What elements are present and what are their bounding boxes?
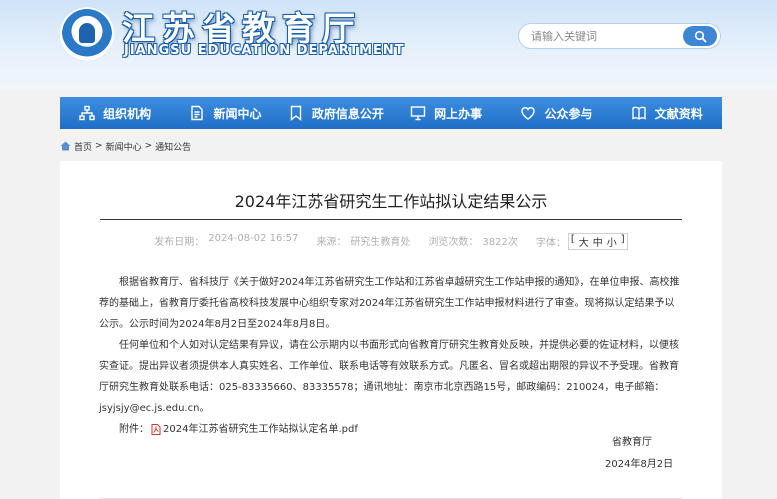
attachment-label: 附件： — [119, 424, 149, 435]
document-icon — [191, 105, 204, 121]
breadcrumb-news[interactable]: 新闻中心 — [106, 140, 142, 153]
nav-item-gov-info[interactable]: 政府信息公开 — [281, 97, 391, 129]
article-body: 根据省教育厅、省科技厅《关于做好2024年江苏省研究生工作站和江苏省卓越研究生工… — [99, 272, 684, 440]
font-size-switcher: 字体： [ 大 中 小 ] — [536, 233, 628, 250]
heart-icon — [521, 107, 536, 120]
nav-item-organization[interactable]: 组织机构 — [60, 97, 170, 129]
search-button[interactable] — [683, 26, 717, 46]
font-size-small-button[interactable]: 小 — [607, 234, 617, 249]
font-size-large-button[interactable]: 大 — [579, 234, 589, 249]
title-divider — [100, 219, 682, 220]
book-icon — [632, 106, 646, 120]
search-box — [518, 23, 721, 49]
attachment-row: 附件： 2024年江苏省研究生工作站拟认定名单.pdf — [99, 419, 684, 440]
views-label: 浏览次数： — [428, 237, 479, 248]
nav-item-documents[interactable]: 文献资料 — [612, 97, 722, 129]
article-meta: 发布日期： 2024-08-02 16:57 来源： 研究生教育处 浏览次数： … — [60, 233, 722, 250]
nav-label: 网上办事 — [434, 106, 483, 121]
nav-label: 公众参与 — [544, 106, 593, 121]
bookmark-icon — [290, 105, 302, 121]
nav-label: 组织机构 — [103, 106, 152, 121]
article-paragraph: 任何单位和个人如对认定结果有异议，请在公示期内以书面形式向省教育厅研究生教育处反… — [99, 340, 679, 414]
article-paragraph: 根据省教育厅、省科技厅《关于做好2024年江苏省研究生工作站和江苏省卓越研究生工… — [99, 277, 680, 330]
publish-date-label: 发布日期： — [154, 237, 205, 248]
font-size-options: [ 大 中 小 ] — [567, 233, 628, 250]
breadcrumb-separator: > — [144, 141, 153, 151]
breadcrumb-separator: > — [95, 141, 103, 151]
signature: 省教育厅 — [612, 437, 652, 448]
publish-date: 2024-08-02 16:57 — [208, 233, 299, 244]
breadcrumb: 首页 > 新闻中心 > 通知公告 — [60, 139, 191, 153]
font-size-medium-button[interactable]: 中 — [593, 234, 603, 249]
main-nav: 组织机构 新闻中心 政府信息公开 网上办事 公众参与 文献资料 — [60, 97, 722, 129]
pdf-icon — [151, 424, 161, 435]
monitor-icon — [410, 106, 426, 121]
org-chart-icon — [79, 105, 95, 121]
nav-item-online-services[interactable]: 网上办事 — [391, 97, 501, 129]
font-size-bracket-open: [ — [570, 234, 575, 245]
breadcrumb-home[interactable]: 首页 — [74, 140, 92, 153]
nav-label: 政府信息公开 — [311, 106, 384, 121]
attachment-link[interactable]: 2024年江苏省研究生工作站拟认定名单.pdf — [163, 419, 358, 440]
nav-item-news[interactable]: 新闻中心 — [170, 97, 280, 129]
site-title-en: JIANGSU EDUCATION DEPARTMENT — [124, 43, 405, 58]
site-title-cn[interactable]: 江苏省教育厅 — [122, 2, 362, 48]
font-size-bracket-close: ] — [620, 234, 625, 245]
article-title: 2024年江苏省研究生工作站拟认定结果公示 — [234, 192, 548, 211]
department-emblem-icon[interactable] — [60, 7, 114, 61]
font-size-label: 字体： — [535, 238, 566, 249]
nav-label: 新闻中心 — [213, 106, 262, 121]
home-icon — [60, 141, 71, 151]
breadcrumb-notice[interactable]: 通知公告 — [155, 140, 191, 153]
article-card: 2024年江苏省研究生工作站拟认定结果公示 发布日期： 2024-08-02 1… — [60, 161, 722, 499]
site-header: 江苏省教育厅 JIANGSU EDUCATION DEPARTMENT — [0, 0, 777, 90]
source-label: 来源： — [316, 237, 347, 248]
nav-label: 文献资料 — [654, 106, 703, 121]
signature-date: 2024年8月2日 — [605, 459, 674, 470]
nav-item-public-participation[interactable]: 公众参与 — [501, 97, 611, 129]
search-icon — [694, 30, 706, 42]
source-value: 研究生教育处 — [350, 237, 411, 248]
views-count: 3822次 — [482, 237, 518, 248]
search-input[interactable] — [531, 27, 681, 45]
